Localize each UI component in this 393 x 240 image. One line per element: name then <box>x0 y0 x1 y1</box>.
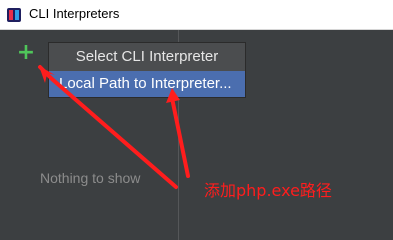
empty-list-message: Nothing to show <box>40 170 141 186</box>
annotation-label: 添加php.exe路径 <box>204 181 332 200</box>
select-interpreter-popup: Select CLI Interpreter Local Path to Int… <box>48 42 246 98</box>
window-titlebar: CLI Interpreters <box>0 0 393 30</box>
popup-item-local-path[interactable]: Local Path to Interpreter... <box>49 71 245 97</box>
app-icon <box>7 8 21 22</box>
popup-header: Select CLI Interpreter <box>49 43 245 71</box>
window-title: CLI Interpreters <box>29 6 120 21</box>
add-interpreter-button[interactable]: + <box>16 42 36 64</box>
